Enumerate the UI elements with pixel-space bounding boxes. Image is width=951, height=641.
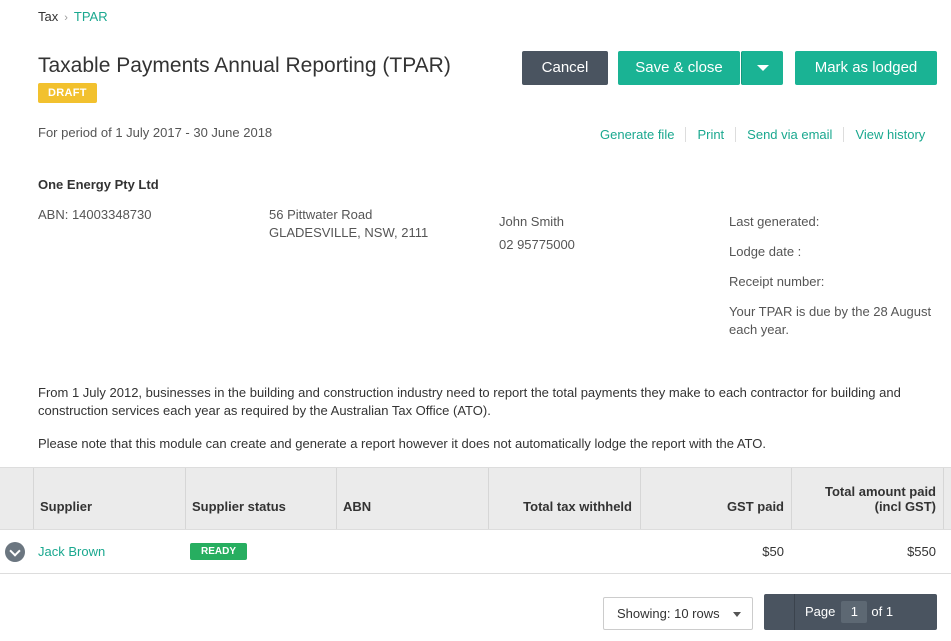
supplier-status-badge: READY (190, 543, 248, 560)
column-header-spacer (943, 468, 951, 529)
column-header-abn[interactable]: ABN (336, 468, 488, 529)
info-paragraph: From 1 July 2012, businesses in the buil… (38, 385, 901, 418)
action-links: Generate file Print Send via email View his… (589, 127, 937, 142)
supplier-link[interactable]: Jack Brown (38, 544, 105, 559)
caret-down-icon (756, 65, 769, 72)
last-generated-label: Last generated: (729, 214, 820, 229)
caret-down-icon (733, 612, 741, 617)
page-total: of 1 (871, 604, 894, 619)
chevron-right-icon: › (64, 12, 68, 24)
save-close-button[interactable]: Save & close (618, 51, 740, 85)
cancel-button[interactable]: Cancel (522, 51, 608, 85)
print-link[interactable]: Print (685, 127, 736, 142)
address-line1: 56 Pittwater Road (269, 207, 373, 222)
breadcrumb: Tax › TPAR (38, 9, 108, 24)
table-header: Supplier Supplier status ABN Total tax w… (0, 467, 951, 530)
address-line2: GLADESVILLE, NSW, 2111 (269, 225, 429, 240)
save-options-dropdown-button[interactable] (741, 51, 783, 85)
pagination: Page 1 of 1 (764, 594, 937, 630)
column-header-total-tax-withheld[interactable]: Total tax withheld (488, 468, 640, 529)
total-paid-cell: $550 (907, 544, 936, 559)
period-text: For period of 1 July 2017 - 30 June 2018 (38, 125, 273, 140)
view-history-link[interactable]: View history (843, 127, 937, 142)
contact-phone: 02 95775000 (499, 237, 575, 252)
gst-paid-cell: $50 (762, 544, 784, 559)
chevron-down-icon[interactable] (5, 542, 25, 562)
chevron-left-icon[interactable] (764, 594, 795, 630)
generate-file-link[interactable]: Generate file (589, 127, 685, 142)
status-badge: DRAFT (38, 83, 97, 103)
page-label: Page (805, 604, 836, 619)
column-header-gst-paid[interactable]: GST paid (640, 468, 791, 529)
rows-per-page-label: Showing: 10 rows (617, 606, 720, 621)
send-via-email-link[interactable]: Send via email (735, 127, 844, 142)
page-title: Taxable Payments Annual Reporting (TPAR) (38, 54, 451, 77)
breadcrumb-tax[interactable]: Tax (38, 9, 58, 24)
contact-name: John Smith (499, 214, 565, 229)
company-name: One Energy Pty Ltd (38, 177, 159, 192)
column-header-total-amount-paid[interactable]: Total amount paid (incl GST) (791, 468, 943, 529)
receipt-number-label: Receipt number: (729, 274, 825, 289)
lodge-note-paragraph: Please note that this module can create … (38, 436, 766, 451)
rows-per-page-select[interactable]: Showing: 10 rows (603, 597, 753, 630)
mark-as-lodged-button[interactable]: Mark as lodged (795, 51, 937, 85)
breadcrumb-tpar[interactable]: TPAR (74, 9, 108, 24)
due-note: Your TPAR is due by the 28 August each y… (729, 304, 932, 337)
column-header-supplier-status[interactable]: Supplier status (185, 468, 336, 529)
company-abn: ABN: 14003348730 (38, 207, 152, 222)
page-number-input[interactable]: 1 (841, 601, 868, 623)
column-header-supplier[interactable]: Supplier (33, 468, 185, 529)
lodge-date-label: Lodge date : (729, 244, 802, 259)
